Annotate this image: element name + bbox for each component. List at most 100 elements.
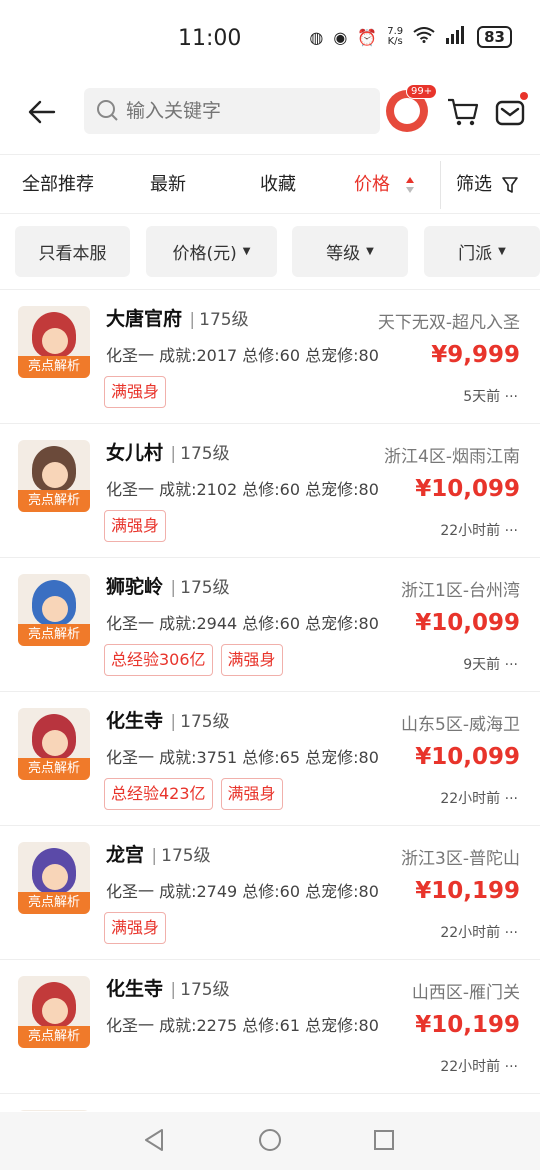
server-name: 山西区-雁门关	[411, 983, 520, 1003]
status-time: 11:00	[178, 26, 242, 51]
item-title: 大唐官府 | 175级	[106, 308, 249, 330]
back-button[interactable]	[26, 96, 58, 128]
highlight-tag: 亮点解析	[18, 490, 90, 512]
tag-pill: 总经验423亿	[104, 778, 213, 810]
system-nav-bar	[0, 1112, 540, 1170]
list-item[interactable]: 亮点解析 大唐官府 | 175级 天下无双-超凡入圣 化圣一 成就:2017 总修…	[0, 290, 540, 424]
caret-down-icon: ▼	[366, 246, 374, 257]
time-ago[interactable]: 22小时前 ···	[440, 788, 518, 808]
list-item[interactable]: 亮点解析 狮驼岭 | 175级 浙江1区-台州湾 化圣一 成就:2944 总修:6…	[0, 558, 540, 692]
time-ago[interactable]: 22小时前 ···	[440, 520, 518, 540]
stats: 化圣一 成就:2017 总修:60 总宠修:80	[106, 346, 379, 365]
tab-latest[interactable]: 最新	[150, 155, 186, 215]
list-item[interactable]: 亮点解析 化生寺 | 175级 山东5区-威海卫 化圣一 成就:3751 总修:6…	[0, 692, 540, 826]
chip-same-server[interactable]: 只看本服	[15, 226, 130, 277]
arrow-left-icon	[28, 100, 56, 124]
chip-level[interactable]: 等级 ▼	[292, 226, 408, 277]
nfc-icon: ◍	[309, 27, 324, 47]
character-thumbnail: 亮点解析	[18, 440, 90, 512]
status-bar: 11:00 ◍ ◉ ⏰ 7.9 K/s 83	[0, 0, 540, 80]
notification-badge: 99+	[406, 84, 438, 99]
price: ¥10,099	[415, 744, 520, 770]
level: 175级	[180, 578, 230, 598]
time-ago[interactable]: 22小时前 ···	[440, 922, 518, 942]
list-item[interactable]: 亮点解析 女儿村 | 175级 浙江4区-烟雨江南 化圣一 成就:2102 总修:…	[0, 424, 540, 558]
nav-recents-icon[interactable]	[374, 1130, 394, 1150]
character-thumbnail: 亮点解析	[18, 976, 90, 1048]
item-title: 女儿村 | 175级	[106, 442, 230, 464]
school-name: 龙宫	[106, 844, 145, 866]
tag-pill: 满强身	[104, 510, 167, 542]
tag-list: 满强身	[104, 912, 167, 944]
stats: 化圣一 成就:2944 总修:60 总宠修:80	[106, 614, 379, 633]
character-thumbnail: 亮点解析	[18, 574, 90, 646]
server-name: 浙江4区-烟雨江南	[384, 447, 520, 467]
item-title: 龙宫 | 175级	[106, 844, 211, 866]
item-title: 化生寺 | 175级	[106, 978, 230, 1000]
price: ¥9,999	[431, 342, 520, 368]
stats: 化圣一 成就:2749 总修:60 总宠修:80	[106, 882, 379, 901]
time-ago[interactable]: 9天前 ···	[463, 654, 518, 674]
search-icon	[97, 100, 118, 121]
signal-icon	[445, 26, 467, 48]
alarm-icon: ⏰	[357, 27, 378, 47]
tag-list: 满强身	[104, 510, 167, 542]
filter-button[interactable]: 筛选	[456, 155, 518, 215]
message-button[interactable]	[494, 96, 526, 128]
school-name: 化生寺	[106, 710, 164, 732]
item-title: 狮驼岭 | 175级	[106, 576, 230, 598]
stats: 化圣一 成就:3751 总修:65 总宠修:80	[106, 748, 379, 767]
more-icon: ···	[504, 523, 518, 539]
chip-label: 门派	[458, 244, 493, 264]
chip-label: 价格(元)	[172, 244, 237, 264]
netspeed: 7.9 K/s	[387, 26, 404, 47]
top-header: 99+	[0, 80, 540, 152]
cart-button[interactable]	[446, 96, 480, 128]
level: 175级	[180, 444, 230, 464]
chip-school[interactable]: 门派 ▼	[424, 226, 540, 277]
wifi-icon	[413, 27, 435, 47]
character-thumbnail: 亮点解析	[18, 708, 90, 780]
search-input[interactable]	[126, 100, 366, 122]
chip-label: 只看本服	[38, 244, 107, 264]
time-ago[interactable]: 5天前 ···	[463, 386, 518, 406]
character-thumbnail	[18, 1110, 90, 1111]
filter-chips: 只看本服 价格(元) ▼ 等级 ▼ 门派 ▼	[0, 226, 540, 278]
battery-indicator: 83	[477, 26, 512, 48]
avatar[interactable]: 99+	[386, 84, 438, 132]
server-name: 浙江1区-台州湾	[401, 581, 520, 601]
nav-back-icon[interactable]	[145, 1129, 163, 1151]
more-icon: ···	[504, 657, 518, 673]
tab-price[interactable]: 价格	[354, 155, 416, 215]
server-name: 天下无双-超凡入圣	[377, 313, 520, 333]
price: ¥10,099	[415, 476, 520, 502]
time-ago[interactable]: 22小时前 ···	[440, 1056, 518, 1076]
school-name: 狮驼岭	[106, 576, 164, 598]
character-thumbnail: 亮点解析	[18, 842, 90, 914]
more-icon: ···	[504, 791, 518, 807]
eye-icon: ◉	[333, 27, 348, 47]
list-item-partial[interactable]	[0, 1094, 540, 1111]
list-item[interactable]: 亮点解析 化生寺 | 175级 山西区-雁门关 化圣一 成就:2275 总修:61…	[0, 960, 540, 1094]
tag-list: 总经验423亿 满强身	[104, 778, 283, 810]
caret-down-icon: ▼	[498, 246, 506, 257]
list-item[interactable]: 亮点解析 龙宫 | 175级 浙江3区-普陀山 化圣一 成就:2749 总修:60…	[0, 826, 540, 960]
search-box[interactable]	[84, 88, 380, 134]
tab-favorites[interactable]: 收藏	[260, 155, 296, 215]
filter-label: 筛选	[456, 174, 492, 195]
highlight-tag: 亮点解析	[18, 892, 90, 914]
chip-label: 等级	[326, 244, 361, 264]
tag-pill: 满强身	[220, 644, 283, 676]
nav-home-icon[interactable]	[259, 1129, 281, 1151]
listing: 亮点解析 大唐官府 | 175级 天下无双-超凡入圣 化圣一 成就:2017 总修…	[0, 289, 540, 1111]
price: ¥10,199	[415, 1012, 520, 1038]
highlight-tag: 亮点解析	[18, 1026, 90, 1048]
level: 175级	[180, 712, 230, 732]
tag-pill: 满强身	[220, 778, 283, 810]
chip-price[interactable]: 价格(元) ▼	[146, 226, 277, 277]
school-name: 女儿村	[106, 442, 164, 464]
tag-pill: 满强身	[104, 912, 167, 944]
status-icons: ◍ ◉ ⏰ 7.9 K/s 83	[309, 26, 512, 48]
tab-recommended[interactable]: 全部推荐	[22, 155, 94, 215]
level: 175级	[161, 846, 211, 866]
